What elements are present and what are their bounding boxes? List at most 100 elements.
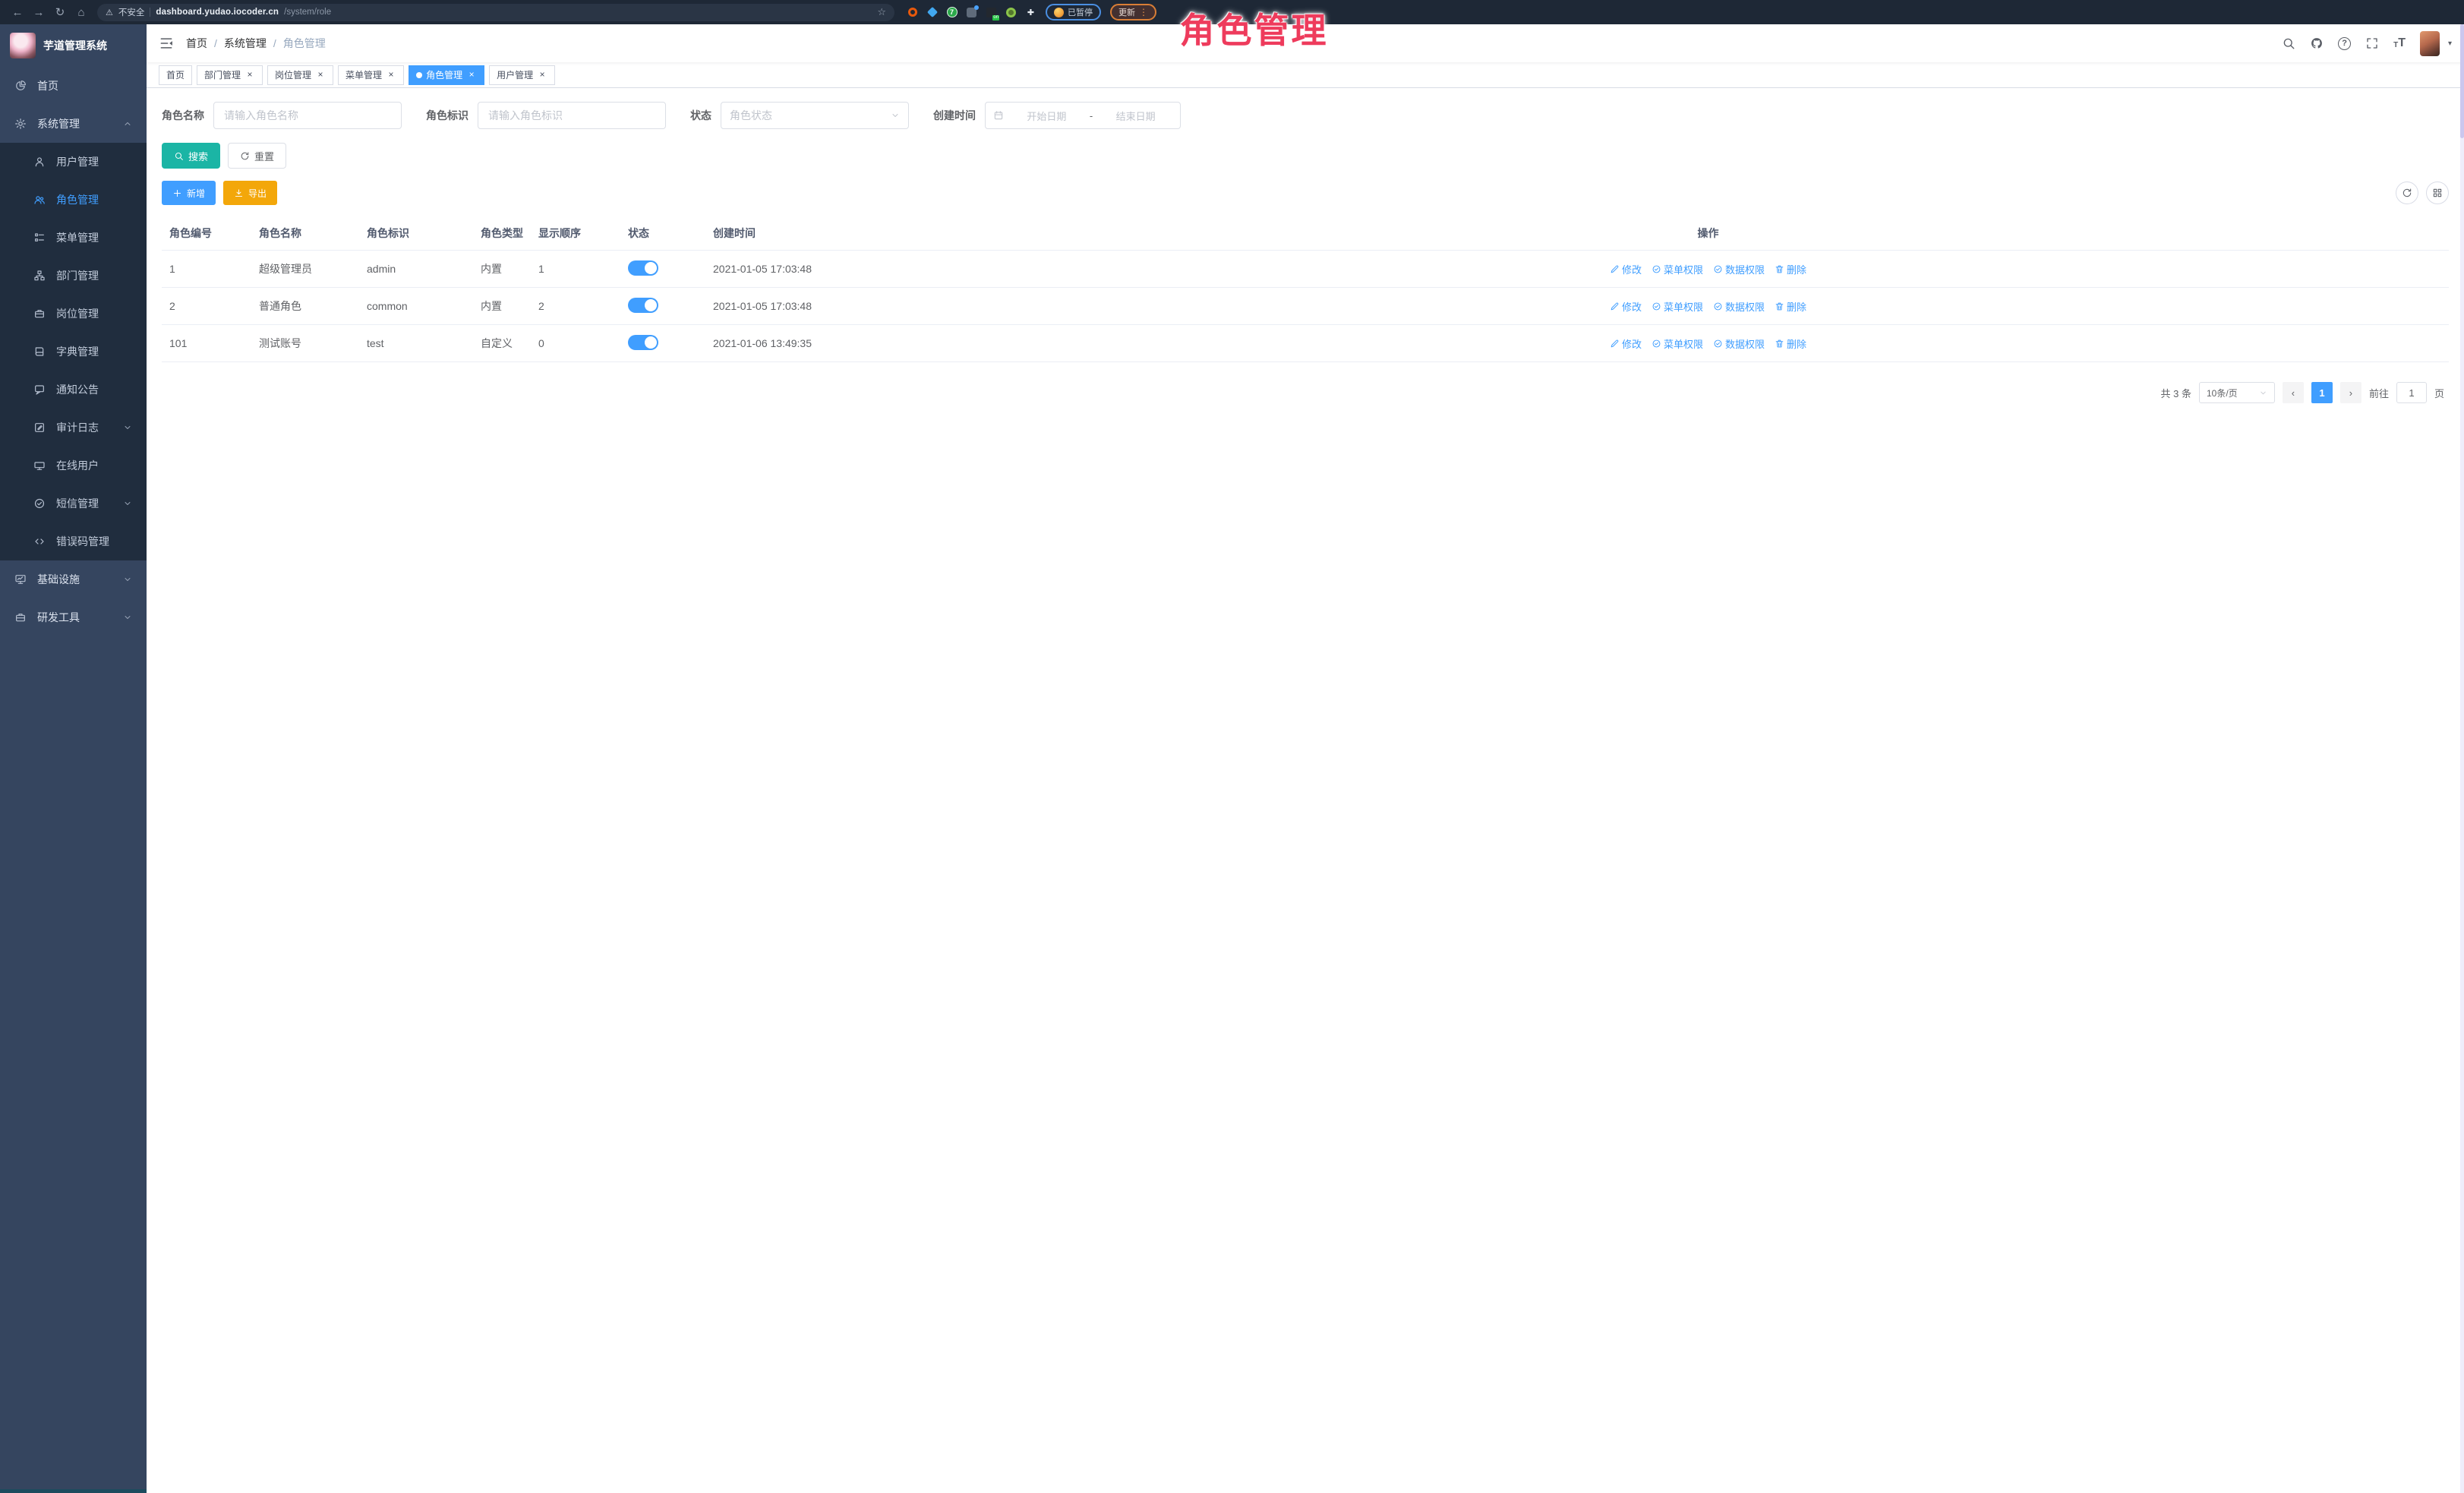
status-toggle[interactable] bbox=[628, 298, 658, 313]
extension-icon[interactable] bbox=[1005, 7, 1017, 18]
search-button[interactable]: 搜索 bbox=[162, 143, 220, 169]
sidebar-item-online-users[interactable]: 在线用户 bbox=[0, 447, 147, 485]
extensions-puzzle-icon[interactable]: ✚ bbox=[1025, 7, 1036, 18]
browser-menu-icon[interactable]: ⋮ bbox=[1139, 7, 1148, 17]
tab-menu-mgmt[interactable]: 菜单管理 × bbox=[338, 65, 404, 85]
edit-link[interactable]: 修改 bbox=[1610, 336, 1642, 351]
page-scrollbar[interactable] bbox=[2460, 24, 2464, 1493]
app-logo-link[interactable]: 芋道管理系统 bbox=[0, 24, 147, 67]
menu-permission-link[interactable]: 菜单权限 bbox=[1652, 299, 1703, 314]
font-size-icon[interactable]: TT bbox=[2393, 37, 2406, 49]
prev-page-button[interactable]: ‹ bbox=[2283, 382, 2304, 403]
cell-role-key: test bbox=[359, 337, 473, 349]
close-icon[interactable]: × bbox=[245, 70, 255, 80]
circle-check-icon bbox=[1713, 264, 1723, 274]
refresh-table-button[interactable] bbox=[2396, 181, 2418, 204]
sidebar-item-errcode-mgmt[interactable]: 错误码管理 bbox=[0, 522, 147, 560]
close-icon[interactable]: × bbox=[537, 70, 547, 80]
status-toggle[interactable] bbox=[628, 335, 658, 350]
status-toggle[interactable] bbox=[628, 260, 658, 276]
export-button[interactable]: 导出 bbox=[223, 181, 277, 205]
sidebar-item-menu-mgmt[interactable]: 菜单管理 bbox=[0, 219, 147, 257]
browser-back-icon[interactable]: ← bbox=[8, 3, 27, 21]
tab-role-mgmt[interactable]: 角色管理 × bbox=[409, 65, 484, 85]
tags-view: 首页 部门管理 × 岗位管理 × 菜单管理 × 角色管理 × 用户管理 × bbox=[147, 62, 2464, 88]
refresh-icon bbox=[240, 151, 250, 161]
scrollbar-thumb[interactable] bbox=[2460, 24, 2464, 138]
sidebar-item-audit-log[interactable]: 审计日志 bbox=[0, 409, 147, 447]
browser-forward-icon[interactable]: → bbox=[29, 3, 49, 21]
browser-update-button[interactable]: 更新 ⋮ bbox=[1110, 4, 1156, 21]
edit-link[interactable]: 修改 bbox=[1610, 262, 1642, 276]
status-select[interactable]: 角色状态 bbox=[721, 102, 909, 129]
role-name-input[interactable] bbox=[213, 102, 402, 129]
edit-link[interactable]: 修改 bbox=[1610, 299, 1642, 314]
column-settings-button[interactable] bbox=[2426, 181, 2449, 204]
dashboard-icon bbox=[14, 80, 27, 92]
extension-icon[interactable] bbox=[907, 7, 918, 18]
page-number-button[interactable]: 1 bbox=[2311, 382, 2333, 403]
bookmark-star-icon[interactable]: ☆ bbox=[877, 6, 886, 18]
delete-link[interactable]: 删除 bbox=[1775, 336, 1806, 351]
created-date-range-picker[interactable]: 开始日期 - 结束日期 bbox=[985, 102, 1181, 129]
fullscreen-icon[interactable] bbox=[2365, 36, 2379, 50]
sidebar-item-dev-tools[interactable]: 研发工具 bbox=[0, 598, 147, 636]
menu-permission-link[interactable]: 菜单权限 bbox=[1652, 336, 1703, 351]
col-role-type: 角色类型 bbox=[473, 226, 531, 241]
extension-icon[interactable]: 7 bbox=[946, 7, 958, 18]
extension-icon[interactable] bbox=[966, 7, 977, 18]
breadcrumb-system[interactable]: 系统管理 bbox=[224, 36, 267, 51]
tab-home[interactable]: 首页 bbox=[159, 65, 192, 85]
table-row: 101 测试账号 test 自定义 0 2021-01-06 13:49:35 … bbox=[162, 325, 2449, 362]
close-icon[interactable]: × bbox=[386, 70, 396, 80]
sidebar-item-role-mgmt[interactable]: 角色管理 bbox=[0, 181, 147, 219]
sidebar-item-notice[interactable]: 通知公告 bbox=[0, 371, 147, 409]
col-operations: 操作 bbox=[960, 226, 2449, 241]
delete-link[interactable]: 删除 bbox=[1775, 262, 1806, 276]
tab-dept-mgmt[interactable]: 部门管理 × bbox=[197, 65, 263, 85]
data-permission-link[interactable]: 数据权限 bbox=[1713, 262, 1765, 276]
cell-role-id: 2 bbox=[162, 300, 251, 312]
org-tree-icon bbox=[33, 270, 46, 282]
chevron-down-icon bbox=[891, 111, 900, 120]
role-key-input[interactable] bbox=[478, 102, 666, 129]
breadcrumb-home[interactable]: 首页 bbox=[186, 36, 207, 51]
profile-paused-button[interactable]: 已暂停 bbox=[1046, 4, 1101, 21]
page-size-select[interactable]: 10条/页 bbox=[2199, 382, 2275, 403]
export-button-label: 导出 bbox=[248, 187, 267, 200]
sidebar-item-user-mgmt[interactable]: 用户管理 bbox=[0, 143, 147, 181]
next-page-button[interactable]: › bbox=[2340, 382, 2361, 403]
delete-link[interactable]: 删除 bbox=[1775, 299, 1806, 314]
hamburger-icon[interactable] bbox=[159, 36, 174, 51]
avatar-caret-icon[interactable]: ▾ bbox=[2448, 39, 2452, 48]
address-bar[interactable]: ⚠ 不安全 dashboard.yudao.iocoder.cn /system… bbox=[97, 4, 894, 21]
browser-reload-icon[interactable]: ↻ bbox=[50, 3, 70, 21]
tab-user-mgmt[interactable]: 用户管理 × bbox=[489, 65, 555, 85]
data-permission-link[interactable]: 数据权限 bbox=[1713, 336, 1765, 351]
sidebar-item-home[interactable]: 首页 bbox=[0, 67, 147, 105]
sidebar-item-post-mgmt[interactable]: 岗位管理 bbox=[0, 295, 147, 333]
menu-permission-link[interactable]: 菜单权限 bbox=[1652, 262, 1703, 276]
close-icon[interactable]: × bbox=[466, 70, 477, 80]
sidebar-item-label: 研发工具 bbox=[37, 610, 80, 625]
search-icon[interactable] bbox=[2282, 36, 2295, 50]
user-avatar[interactable] bbox=[2420, 31, 2440, 56]
add-button[interactable]: 新增 bbox=[162, 181, 216, 205]
tab-label: 岗位管理 bbox=[275, 68, 311, 81]
extension-icon[interactable] bbox=[926, 7, 938, 18]
extension-icon[interactable] bbox=[986, 7, 997, 18]
sidebar-item-dept-mgmt[interactable]: 部门管理 bbox=[0, 257, 147, 295]
reset-button[interactable]: 重置 bbox=[228, 143, 286, 169]
sidebar-item-infrastructure[interactable]: 基础设施 bbox=[0, 560, 147, 598]
help-icon[interactable]: ? bbox=[2338, 37, 2351, 50]
github-icon[interactable] bbox=[2310, 36, 2324, 50]
sidebar-item-system[interactable]: 系统管理 bbox=[0, 105, 147, 143]
close-icon[interactable]: × bbox=[315, 70, 326, 80]
browser-home-icon[interactable]: ⌂ bbox=[71, 3, 91, 21]
data-permission-link[interactable]: 数据权限 bbox=[1713, 299, 1765, 314]
tab-post-mgmt[interactable]: 岗位管理 × bbox=[267, 65, 333, 85]
cell-role-id: 1 bbox=[162, 263, 251, 275]
sidebar-item-sms-mgmt[interactable]: 短信管理 bbox=[0, 485, 147, 522]
goto-page-input[interactable] bbox=[2396, 382, 2427, 403]
sidebar-item-dict-mgmt[interactable]: 字典管理 bbox=[0, 333, 147, 371]
